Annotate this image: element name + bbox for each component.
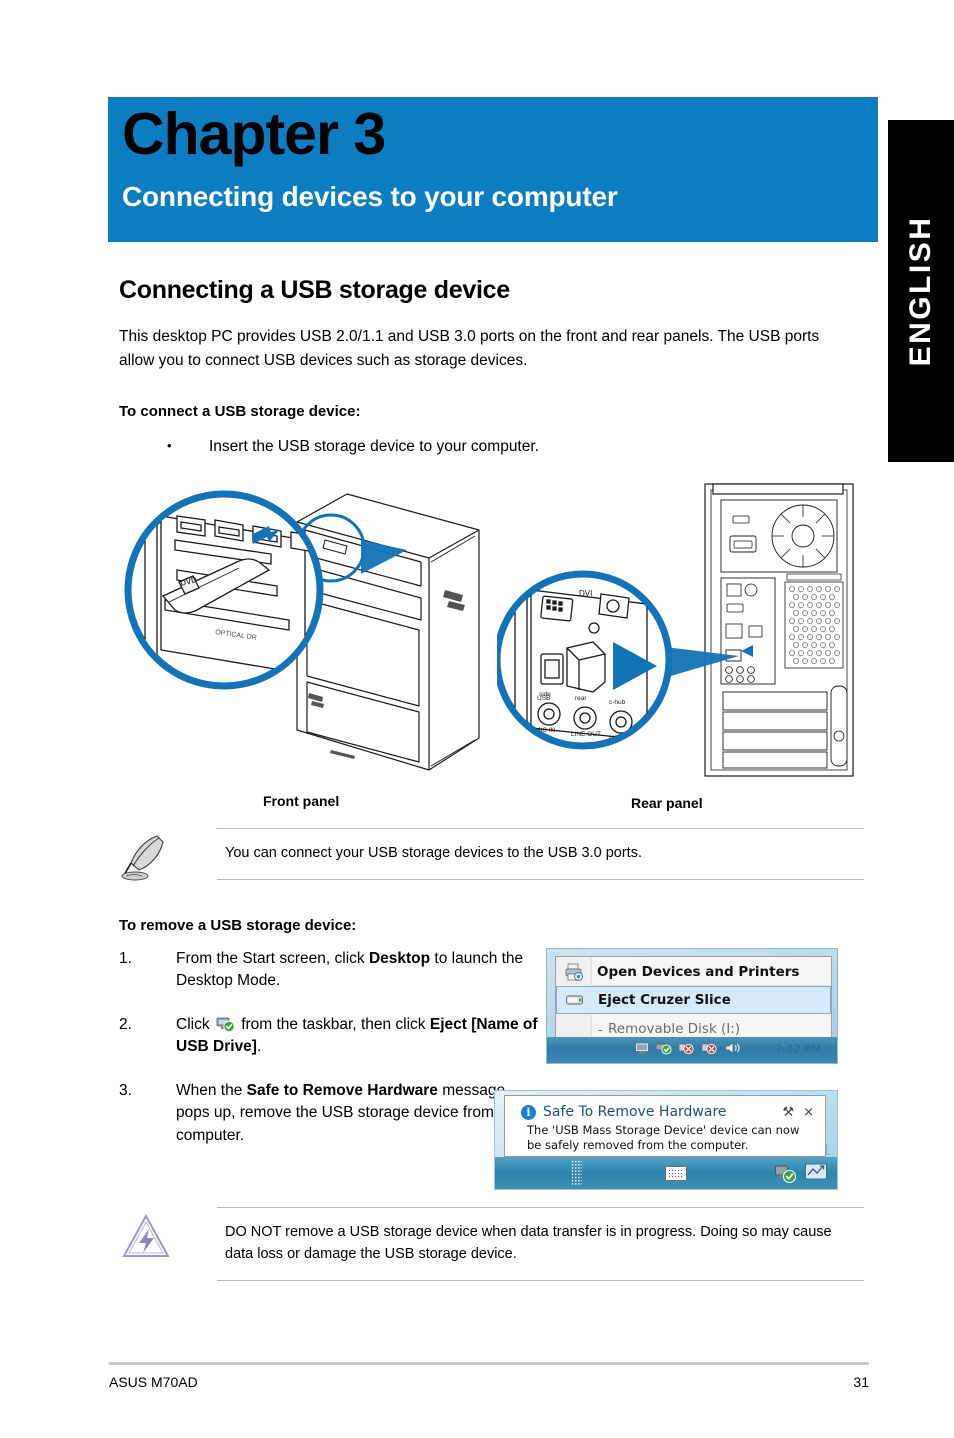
balloon-title: Safe To Remove Hardware (543, 1104, 727, 1120)
bullet-marker: • (167, 438, 172, 454)
context-menu-screenshot: Open Devices and Printers Eject Cruzer S… (546, 948, 838, 1064)
connect-bullet-item: • Insert the USB storage device to your … (119, 438, 864, 456)
step-text: From the Start screen, click Desktop to … (176, 950, 524, 990)
menu-item-dash: - (598, 1021, 603, 1037)
illustration-area: DVD OPTICAL DR DVI USB side rear c-hub M… (119, 478, 864, 811)
footer-model: ASUS M70AD (109, 1374, 198, 1390)
menu-item-eject-cruzer-slice[interactable]: Eject Cruzer Slice (556, 986, 831, 1014)
chapter-number: Chapter 3 (122, 101, 386, 167)
step-text: When the Safe to Remove Hardware message… (176, 1081, 529, 1144)
chapter-banner: Chapter 3 Connecting devices to your com… (108, 97, 878, 242)
quill-pen-icon (119, 828, 217, 887)
menu-item-label: Eject Cruzer Slice (598, 992, 731, 1008)
language-tab-label: ENGLISH (904, 215, 937, 367)
safely-remove-hardware-icon (216, 1014, 235, 1033)
tray-safely-remove-icon[interactable] (655, 1041, 672, 1060)
page-footer: ASUS M70AD 31 (109, 1362, 869, 1390)
tray-monitor-icon[interactable] (635, 1042, 649, 1060)
taskbar (495, 1157, 837, 1189)
system-tray (635, 1041, 741, 1060)
balloon-header: i Safe To Remove Hardware (521, 1104, 727, 1120)
svg-text:DVI: DVI (579, 589, 592, 598)
chapter-subtitle: Connecting devices to your computer (122, 181, 618, 212)
tray-safely-remove-icon[interactable] (775, 1162, 797, 1184)
front-panel-illustration: DVD OPTICAL DR (124, 490, 480, 771)
tray-error-icon-1[interactable] (678, 1041, 695, 1060)
warning-callout: DO NOT remove a USB storage device when … (119, 1207, 864, 1281)
tray-volume-icon[interactable] (725, 1041, 741, 1060)
intro-paragraph: This desktop PC provides USB 2.0/1.1 and… (119, 328, 820, 370)
connect-bullet-text: Insert the USB storage device to your co… (209, 438, 539, 456)
menu-item-label: Removable Disk (I:) (608, 1021, 741, 1037)
context-menu-panel: Open Devices and Printers Eject Cruzer S… (555, 956, 832, 1044)
menu-item-open-devices-and-printers[interactable]: Open Devices and Printers (556, 958, 831, 986)
tray-error-icon-2[interactable] (701, 1041, 718, 1060)
svg-text:side: side (539, 691, 551, 698)
step-number: 1. (119, 950, 132, 967)
menu-item-label: Open Devices and Printers (597, 964, 800, 980)
remove-steps-list: 1. From the Start screen, click Desktop … (119, 948, 539, 1168)
list-item: 1. From the Start screen, click Desktop … (119, 948, 539, 993)
list-item: 3. When the Safe to Remove Hardware mess… (119, 1080, 539, 1147)
taskbar: 7:02 PM (547, 1037, 837, 1063)
language-tab: ENGLISH (888, 120, 954, 462)
balloon-message: The 'USB Mass Storage Device' device can… (527, 1123, 800, 1153)
safe-to-remove-balloon-screenshot: 3-1 i Safe To Remove Hardware ⚒ × The 'U… (494, 1090, 838, 1190)
footer-page-number: 31 (853, 1374, 869, 1390)
step-number: 2. (119, 1015, 132, 1033)
step-text: Click from the taskbar, then click Eject… (176, 1014, 538, 1056)
rear-panel-caption: Rear panel (631, 795, 703, 811)
svg-text:rear: rear (575, 695, 587, 702)
note-callout: You can connect your USB storage devices… (119, 828, 864, 887)
info-icon: i (521, 1104, 536, 1120)
note-text: You can connect your USB storage devices… (217, 828, 864, 880)
lightning-warning-icon (119, 1207, 217, 1268)
taskbar-grip-dots (571, 1160, 582, 1186)
taskbar-clock: 7:02 PM (774, 1042, 821, 1056)
svg-text:c-hub: c-hub (609, 699, 626, 706)
main-content: Connecting a USB storage device This des… (119, 276, 864, 456)
rear-panel-illustration: DVI USB side rear c-hub MIC IN LINE OUT … (497, 483, 854, 777)
close-icon[interactable]: × (803, 1105, 814, 1120)
usb-drive-icon (565, 990, 585, 1010)
list-item: 2. Click from the taskbar, then click Ej… (119, 1014, 539, 1059)
warning-text: DO NOT remove a USB storage device when … (217, 1207, 864, 1281)
remove-heading: To remove a USB storage device: (119, 917, 357, 934)
keyboard-icon[interactable] (665, 1166, 687, 1181)
step-number: 3. (119, 1081, 132, 1099)
front-panel-caption: Front panel (263, 793, 340, 809)
network-icon[interactable] (805, 1162, 827, 1182)
connect-heading: To connect a USB storage device: (119, 403, 361, 421)
svg-text:LINE OUT: LINE OUT (571, 731, 601, 738)
printer-icon (564, 962, 584, 982)
notification-balloon: i Safe To Remove Hardware ⚒ × The 'USB M… (504, 1095, 826, 1157)
page-title: Connecting a USB storage device (119, 276, 510, 304)
wrench-icon[interactable]: ⚒ (782, 1105, 794, 1120)
